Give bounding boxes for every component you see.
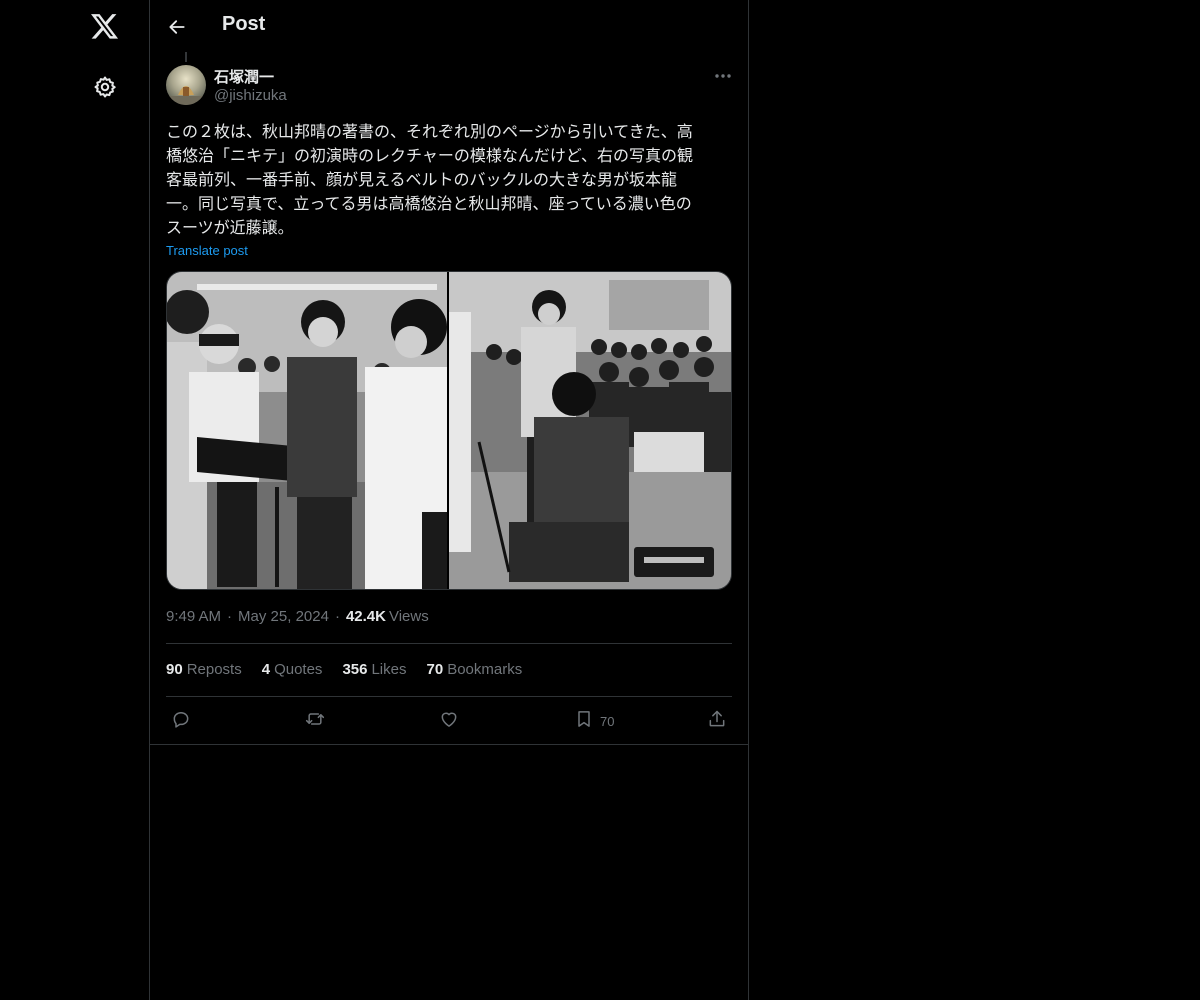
back-arrow-icon[interactable] xyxy=(160,10,194,44)
bookmark-button[interactable]: 70 xyxy=(574,706,614,736)
author-name[interactable]: 石塚潤一 xyxy=(214,66,274,87)
quotes-label: Quotes xyxy=(274,661,323,678)
thread-connector-line xyxy=(185,52,187,62)
page-header: Post xyxy=(150,0,748,53)
bookmark-count: 70 xyxy=(600,713,615,729)
share-icon xyxy=(707,709,727,733)
reply-button[interactable] xyxy=(171,706,191,736)
gear-icon[interactable] xyxy=(82,64,128,110)
left-navigation xyxy=(0,0,150,1000)
bookmarks-count: 70 xyxy=(426,661,444,678)
action-bar: 70 xyxy=(166,706,732,736)
like-button[interactable] xyxy=(439,706,459,736)
x-logo-icon[interactable] xyxy=(82,4,128,50)
post-detail-column: Post 石塚潤一 @jishizuka この２枚は、秋山邦晴の著書の、それぞれ… xyxy=(149,0,749,1000)
reposts-stat[interactable]: 90 Reposts xyxy=(166,661,242,678)
avatar[interactable] xyxy=(166,65,206,105)
post-media xyxy=(166,271,732,590)
bookmark-icon xyxy=(574,709,594,733)
separator-dot: · xyxy=(334,608,340,625)
views-label: Views xyxy=(388,608,429,625)
quotes-count: 4 xyxy=(261,661,271,678)
repost-icon xyxy=(304,709,326,733)
reposts-label: Reposts xyxy=(186,661,242,678)
author-handle[interactable]: @jishizuka xyxy=(214,87,287,104)
quotes-stat[interactable]: 4 Quotes xyxy=(262,661,323,678)
divider xyxy=(150,744,748,745)
reposts-count: 90 xyxy=(166,661,183,678)
divider xyxy=(166,643,732,644)
bookmarks-label: Bookmarks xyxy=(447,661,523,678)
bookmarks-stat[interactable]: 70 Bookmarks xyxy=(427,661,523,678)
heart-icon xyxy=(439,709,459,733)
views-count: 42.4K xyxy=(345,608,386,625)
likes-label: Likes xyxy=(371,661,407,678)
share-button[interactable] xyxy=(707,706,727,736)
photo-lecture-left[interactable] xyxy=(167,272,449,589)
page-title: Post xyxy=(222,13,266,35)
photo-lecture-right[interactable] xyxy=(449,272,731,589)
post-time[interactable]: 9:49 AM xyxy=(166,608,221,625)
translate-post-link[interactable]: Translate post xyxy=(166,243,248,258)
divider xyxy=(166,696,732,697)
likes-stat[interactable]: 356 Likes xyxy=(342,661,406,678)
repost-button[interactable] xyxy=(304,706,326,736)
likes-count: 356 xyxy=(342,661,368,678)
separator-dot: · xyxy=(227,608,233,625)
reply-icon xyxy=(171,709,191,733)
post-meta: 9:49 AM · May 25, 2024 · 42.4K Views xyxy=(166,608,429,625)
more-options-icon[interactable] xyxy=(708,64,738,88)
post-text: この２枚は、秋山邦晴の著書の、それぞれ別のページから引いてきた、高 橋悠治「ニキ… xyxy=(166,122,694,237)
post-date[interactable]: May 25, 2024 xyxy=(238,608,329,625)
engagement-stats: 90 Reposts 4 Quotes 356 Likes 70 Bookmarks xyxy=(166,661,522,678)
